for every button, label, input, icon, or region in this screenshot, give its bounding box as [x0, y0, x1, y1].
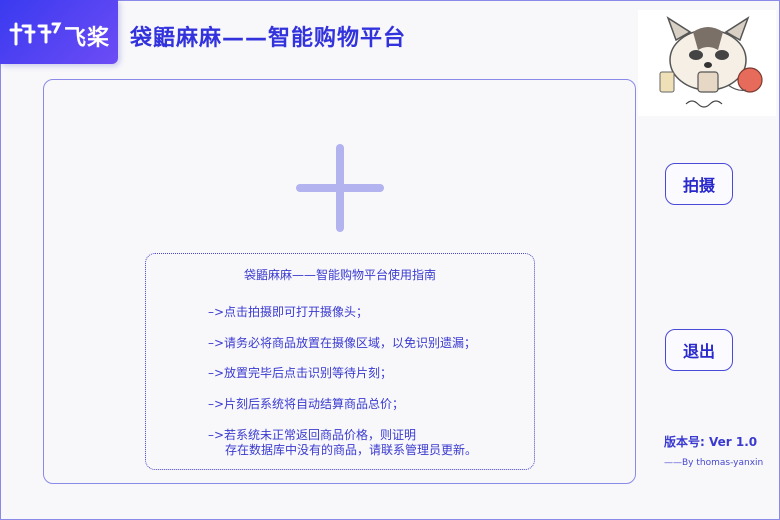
guide-step: –>请务必将商品放置在摄像区域，以免识别遗漏； — [208, 336, 477, 350]
guide-step: –>片刻后系统将自动结算商品总价； — [208, 397, 405, 411]
version-label: 版本号: Ver 1.0 — [664, 435, 758, 449]
app-title: 袋鼯麻麻——智能购物平台 — [130, 26, 407, 51]
logo-text: 飞桨 — [64, 26, 111, 51]
mascot-image — [638, 10, 776, 116]
guide-step-continued: 存在数据库中没有的商品，请联系管理员更新。 — [225, 443, 478, 457]
camera-panel[interactable]: 袋鼯麻麻——智能购物平台使用指南 –>点击拍摄即可打开摄像头； –>请务必将商品… — [43, 79, 636, 484]
guide-step: –>点击拍摄即可打开摄像头； — [208, 305, 369, 319]
usage-guide: 袋鼯麻麻——智能购物平台使用指南 –>点击拍摄即可打开摄像头； –>请务必将商品… — [145, 253, 535, 470]
guide-title: 袋鼯麻麻——智能购物平台使用指南 — [243, 268, 436, 282]
paddle-logo-icon — [9, 22, 62, 46]
paddle-logo: 飞桨 — [0, 0, 118, 64]
capture-button[interactable]: 拍摄 — [665, 163, 733, 205]
exit-button[interactable]: 退出 — [665, 329, 733, 371]
guide-step: –>放置完毕后点击识别等待片刻； — [208, 366, 393, 380]
author-label: ——By thomas-yanxin — [664, 458, 764, 468]
plus-icon[interactable] — [296, 144, 384, 232]
